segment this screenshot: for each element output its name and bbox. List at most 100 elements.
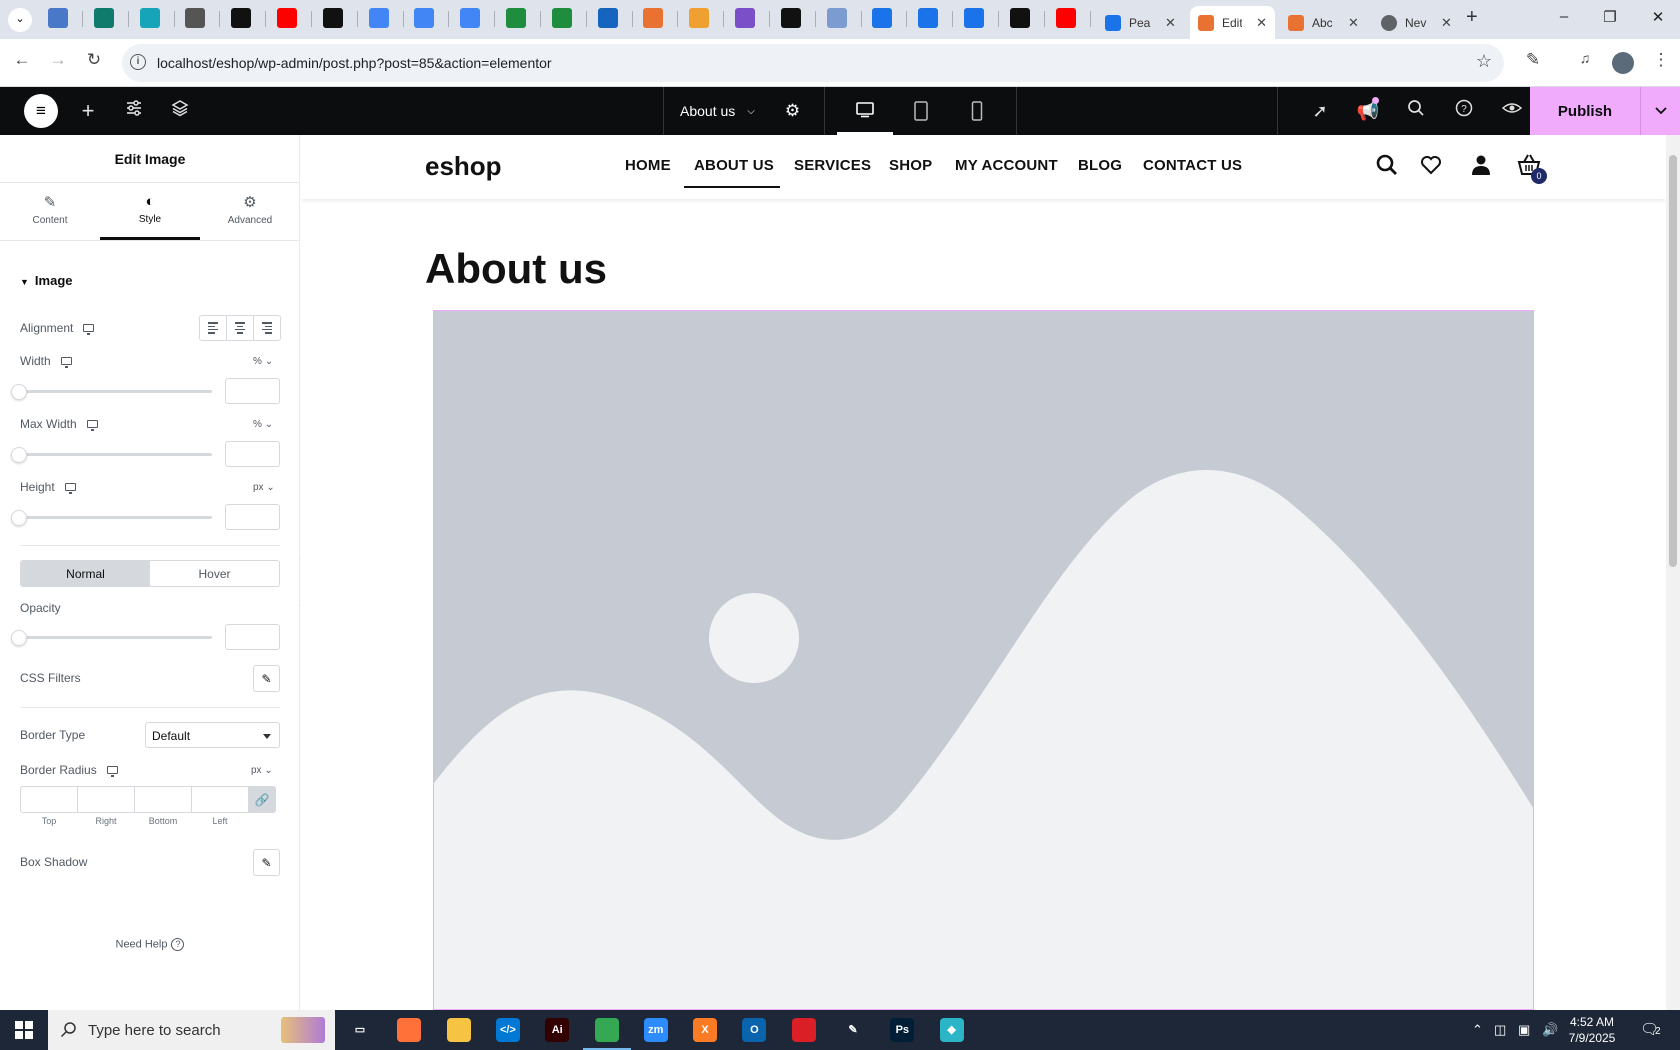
box-shadow-edit-pencil-icon[interactable]: ✎ — [253, 849, 280, 876]
tab-edit[interactable]: Edit ✕ — [1190, 6, 1275, 39]
normal-state-button[interactable]: Normal — [21, 561, 150, 586]
site-info-icon[interactable]: i — [130, 54, 146, 70]
desktop-responsive-icon[interactable] — [106, 766, 118, 777]
pinned-tab-favicon-icon[interactable] — [735, 8, 755, 28]
reload-icon[interactable]: ↻ — [81, 50, 107, 70]
pinned-tab-favicon-icon[interactable] — [93, 8, 114, 28]
rocket-launchpad-icon[interactable]: ➚ — [1308, 99, 1332, 123]
width-input[interactable] — [225, 378, 280, 404]
section-image-header[interactable]: ▼ Image — [20, 273, 73, 288]
whats-new-megaphone-icon[interactable]: 📢 — [1356, 97, 1380, 123]
width-unit-selector[interactable]: % ⌄ — [253, 356, 273, 367]
align-left-icon[interactable] — [200, 316, 227, 340]
wishlist-heart-icon[interactable] — [1419, 153, 1443, 177]
pinned-tab-favicon-icon[interactable] — [277, 8, 297, 28]
tray-overflow-chevron-icon[interactable]: ⌃ — [1472, 1022, 1483, 1038]
pinned-tab-favicon-icon[interactable] — [689, 8, 710, 28]
width-slider-handle[interactable] — [11, 384, 27, 400]
url-text[interactable]: localhost/eshop/wp-admin/post.php?post=8… — [157, 55, 552, 71]
height-input[interactable] — [225, 504, 280, 530]
vscode-icon[interactable]: </> — [495, 1018, 520, 1042]
pinned-tab-favicon-icon[interactable] — [231, 8, 252, 28]
align-center-icon[interactable] — [227, 316, 254, 340]
taskbar-search-box[interactable]: Type here to search — [48, 1010, 335, 1050]
max-width-slider[interactable] — [20, 453, 212, 456]
new-tab-button[interactable]: + — [1466, 6, 1478, 29]
pinned-tab-favicon-icon[interactable] — [139, 8, 160, 28]
bookmark-star-icon[interactable]: ☆ — [1476, 51, 1492, 72]
pinned-tab-favicon-icon[interactable] — [643, 8, 664, 28]
desktop-responsive-icon[interactable] — [86, 420, 98, 431]
pinned-tab-favicon-icon[interactable] — [597, 8, 618, 28]
volume-icon[interactable]: 🔊 — [1542, 1022, 1558, 1038]
opacity-slider[interactable] — [20, 636, 212, 639]
user-account-icon[interactable] — [1469, 153, 1493, 177]
task-view-icon[interactable]: ▭ — [348, 1018, 372, 1042]
add-element-icon[interactable]: + — [76, 99, 100, 123]
publish-button[interactable]: Publish — [1530, 87, 1640, 135]
app-icon[interactable]: ◆ — [939, 1018, 964, 1042]
pinned-tab-favicon-icon[interactable] — [1055, 8, 1076, 28]
pinned-tab-favicon-icon[interactable] — [918, 8, 939, 28]
site-logo[interactable]: eshop — [425, 151, 502, 182]
extensions-icon[interactable]: ✎ — [1520, 50, 1546, 70]
page-title-dropdown[interactable]: About us ⌵ ⚙ — [663, 87, 825, 135]
align-right-icon[interactable] — [254, 316, 280, 340]
max-width-unit-selector[interactable]: % ⌄ — [253, 419, 273, 430]
tab-search-button[interactable]: ⌄ — [8, 8, 32, 32]
menu-services[interactable]: SERVICES — [794, 157, 871, 174]
elementor-logo-icon[interactable]: ≡ — [24, 94, 58, 128]
media-control-icon[interactable]: ♫ — [1572, 50, 1598, 66]
outlook-icon[interactable]: O — [742, 1018, 767, 1042]
xampp-icon[interactable]: X — [693, 1018, 718, 1042]
publish-options-chevron-icon[interactable] — [1640, 87, 1680, 135]
menu-my-account[interactable]: MY ACCOUNT — [955, 157, 1058, 174]
search-icon[interactable] — [1375, 153, 1399, 177]
close-window-icon[interactable]: ✕ — [1638, 8, 1678, 26]
menu-shop[interactable]: SHOP — [889, 157, 932, 174]
search-icon[interactable] — [1404, 99, 1428, 123]
address-bar[interactable]: i localhost/eshop/wp-admin/post.php?post… — [122, 44, 1504, 82]
scrollbar-thumb[interactable] — [1669, 155, 1677, 567]
notifications-icon[interactable]: 🗨2 — [1640, 1020, 1661, 1038]
minimize-icon[interactable]: – — [1544, 8, 1584, 25]
zoom-icon[interactable]: zm — [643, 1018, 668, 1042]
pinned-tab-favicon-icon[interactable] — [1009, 8, 1030, 28]
profile-avatar[interactable] — [1612, 52, 1634, 74]
pinned-tab-favicon-icon[interactable] — [551, 8, 572, 28]
pinned-tab-favicon-icon[interactable] — [826, 8, 847, 28]
max-width-input[interactable] — [225, 441, 280, 467]
photoshop-icon[interactable]: Ps — [890, 1018, 915, 1042]
windows-start-icon[interactable] — [0, 1010, 48, 1050]
pinned-tab-favicon-icon[interactable] — [185, 8, 206, 28]
width-slider[interactable] — [20, 390, 212, 393]
pinned-tab-favicon-icon[interactable] — [322, 8, 343, 28]
canvas-scrollbar[interactable] — [1666, 135, 1680, 1010]
border-type-select[interactable]: Default — [145, 722, 280, 748]
pinned-tab-favicon-icon[interactable] — [414, 8, 435, 28]
mobile-device-icon[interactable] — [949, 87, 1005, 135]
tab-style[interactable]: ◐ Style — [100, 183, 200, 240]
site-settings-icon[interactable] — [122, 99, 146, 123]
pinned-tab-favicon-icon[interactable] — [780, 8, 801, 28]
tab-advanced[interactable]: ⚙ Advanced — [200, 183, 300, 240]
tablet-device-icon[interactable] — [893, 87, 949, 135]
opacity-input[interactable] — [225, 624, 280, 650]
link-values-icon[interactable]: 🔗 — [248, 786, 276, 813]
height-slider-handle[interactable] — [11, 510, 27, 526]
need-help-link[interactable]: Need Help? — [0, 938, 300, 951]
page-heading[interactable]: About us — [425, 245, 607, 293]
chrome-icon[interactable] — [582, 1018, 631, 1050]
menu-about-us[interactable]: ABOUT US — [694, 157, 774, 174]
radius-bottom-input[interactable] — [134, 786, 192, 813]
desktop-responsive-icon[interactable] — [60, 357, 72, 368]
radius-right-input[interactable] — [77, 786, 135, 813]
max-width-slider-handle[interactable] — [11, 447, 27, 463]
back-icon[interactable]: ← — [9, 50, 35, 70]
illustrator-icon[interactable]: Ai — [545, 1018, 570, 1042]
firefox-icon[interactable] — [397, 1018, 422, 1042]
menu-kebab-icon[interactable]: ⋮ — [1648, 50, 1674, 70]
close-icon[interactable]: ✕ — [1256, 15, 1267, 31]
pinned-tab-favicon-icon[interactable] — [506, 8, 526, 28]
opacity-slider-handle[interactable] — [11, 630, 27, 646]
